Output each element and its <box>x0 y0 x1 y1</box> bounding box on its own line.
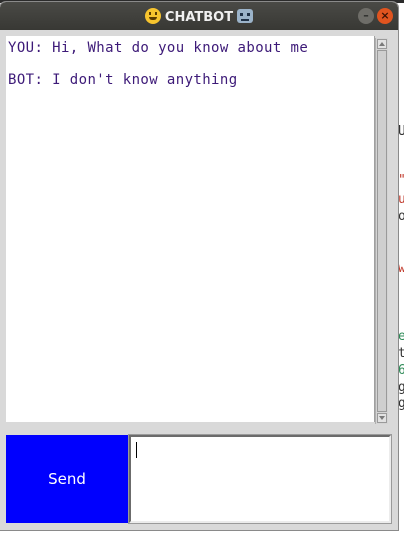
message-input[interactable] <box>128 434 392 524</box>
scroll-down-arrow-icon[interactable] <box>377 413 387 423</box>
background-text-fragment: U <box>398 124 404 139</box>
background-text-fragment: " <box>398 174 404 188</box>
background-text-fragment: g <box>398 380 404 395</box>
title-bar[interactable]: CHATBOT – × <box>0 2 398 30</box>
robot-face-icon <box>237 9 254 23</box>
window-title-text: CHATBOT <box>164 10 234 25</box>
close-icon[interactable]: × <box>377 8 393 24</box>
send-button[interactable]: Send <box>6 435 128 523</box>
scrollbar-thumb[interactable] <box>377 50 387 412</box>
background-text-fragment: t <box>398 346 404 361</box>
minimize-icon[interactable]: – <box>358 8 374 24</box>
background-text-fragment: g <box>398 396 404 411</box>
chatbot-window: CHATBOT – × YOU: Hi, What do you know ab… <box>0 2 398 530</box>
background-text-fragment: o <box>398 209 404 224</box>
background-text-fragment: u <box>398 192 404 207</box>
window-title: CHATBOT <box>0 8 398 26</box>
scroll-up-arrow-icon[interactable] <box>377 39 387 49</box>
chat-scrollbar[interactable] <box>375 38 388 424</box>
background-text-fragment: 6 <box>398 363 404 378</box>
chat-log[interactable]: YOU: Hi, What do you know about me BOT: … <box>6 36 375 422</box>
background-text-fragment: e <box>398 329 404 344</box>
background-text-fragment: w <box>398 261 404 276</box>
chat-message-bot: BOT: I don't know anything <box>8 72 238 88</box>
grinning-face-icon <box>144 8 161 24</box>
chat-message-user: YOU: Hi, What do you know about me <box>8 40 309 56</box>
text-caret <box>136 442 137 458</box>
